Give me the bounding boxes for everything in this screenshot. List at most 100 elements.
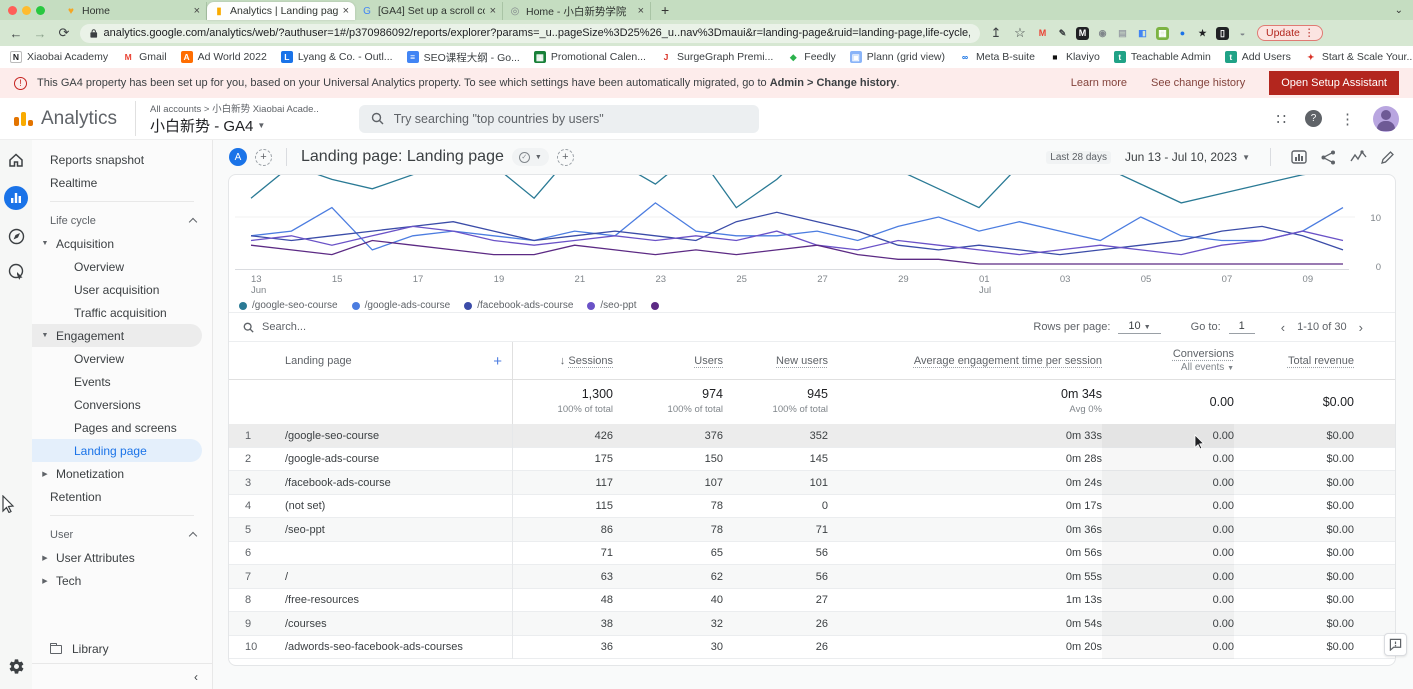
go-to-input[interactable]: 1 (1229, 320, 1255, 334)
sidebar-item-landing-page[interactable]: Landing page (32, 439, 202, 462)
extension-icon[interactable]: ✎ (1056, 27, 1069, 40)
variant-chip[interactable]: A (229, 148, 247, 166)
sidebar-item-overview[interactable]: Overview (32, 347, 212, 370)
new-tab-button[interactable]: + (661, 2, 669, 18)
sidebar-item-user-attributes[interactable]: ▶User Attributes (32, 546, 212, 569)
table-search-input[interactable]: Search... (262, 321, 306, 333)
table-row[interactable]: 67165560m 56s0.00$0.00 (229, 542, 1395, 566)
search-input[interactable]: Try searching "top countries by users" (359, 105, 759, 133)
legend-item[interactable]: /seo-ppt (587, 300, 636, 311)
bookmark-star-icon[interactable]: ☆ (1012, 25, 1028, 41)
property-selector[interactable]: 小白新势 - GA4▼ (150, 115, 319, 136)
bookmark-item[interactable]: ■Klaviyo (1049, 51, 1100, 63)
bookmark-item[interactable]: ✦Start & Scale Your... (1305, 51, 1413, 63)
explore-icon[interactable] (8, 228, 25, 245)
bookmark-item[interactable]: ▣Plann (grid view) (850, 51, 945, 63)
sidebar-item-traffic-acquisition[interactable]: Traffic acquisition (32, 301, 212, 324)
sidebar-item-events[interactable]: Events (32, 370, 212, 393)
sidebar-item-acquisition[interactable]: ▼Acquisition (32, 232, 212, 255)
extension-icon[interactable]: ● (1176, 27, 1189, 40)
date-range-picker[interactable]: Jun 13 - Jul 10, 2023▼ (1125, 150, 1250, 164)
browser-tab[interactable]: ◎Home - 小白新势学院× (503, 2, 651, 20)
breadcrumb[interactable]: All accounts > 小白新势 Xiaobai Acade.. (150, 101, 319, 115)
home-icon[interactable] (8, 152, 24, 168)
sidebar-item-reports-snapshot[interactable]: Reports snapshot (32, 148, 212, 171)
extension-icon[interactable]: ◒ (1236, 27, 1249, 40)
sidebar-item-realtime[interactable]: Realtime (32, 171, 212, 194)
user-avatar[interactable] (1373, 106, 1399, 132)
compare-report-icon[interactable] (1291, 149, 1307, 165)
sidebar-item-pages-and-screens[interactable]: Pages and screens (32, 416, 212, 439)
sidebar-item-retention[interactable]: Retention (32, 485, 212, 508)
extension-icon[interactable]: M (1036, 27, 1049, 40)
bookmark-item[interactable]: MGmail (122, 51, 166, 63)
add-dimension-icon[interactable]: + (493, 353, 502, 370)
legend-item[interactable] (651, 302, 659, 310)
conversions-event-select[interactable]: All events ▼ (1181, 362, 1234, 373)
tab-close-icon[interactable]: × (638, 5, 644, 17)
forward-icon[interactable]: → (32, 26, 48, 41)
bookmark-item[interactable]: NXiaobai Academy (10, 51, 108, 63)
learn-more-link[interactable]: Learn more (1071, 77, 1127, 89)
advertising-icon[interactable] (8, 263, 25, 280)
chevron-right-icon[interactable]: › (1355, 320, 1367, 335)
tab-close-icon[interactable]: × (343, 5, 349, 17)
extension-icon[interactable]: ◧ (1136, 27, 1149, 40)
extension-icon[interactable]: ▤ (1116, 27, 1129, 40)
table-row[interactable]: 3/facebook-ads-course1171071010m 24s0.00… (229, 471, 1395, 495)
extension-icon[interactable]: ▯ (1216, 27, 1229, 40)
chevron-left-icon[interactable]: ‹ (1277, 320, 1289, 335)
chevron-up-icon[interactable] (189, 532, 197, 540)
column-header-new-users[interactable]: New users (723, 355, 828, 367)
share-icon[interactable] (1321, 150, 1336, 165)
table-row[interactable]: 9/courses3832260m 54s0.00$0.00 (229, 612, 1395, 636)
maximize-window-icon[interactable] (36, 6, 45, 15)
extension-icon[interactable]: ◉ (1096, 27, 1109, 40)
chevron-down-icon[interactable]: ⌄ (1395, 5, 1403, 16)
sidebar-item-conversions[interactable]: Conversions (32, 393, 212, 416)
feedback-button[interactable] (1384, 633, 1407, 656)
bookmark-item[interactable]: ◆Feedly (787, 51, 836, 63)
extension-icon[interactable]: ▦ (1156, 27, 1169, 40)
extension-icon[interactable]: M (1076, 27, 1089, 40)
column-header-sessions[interactable]: ↓ Sessions (513, 355, 613, 367)
legend-item[interactable]: /google-ads-course (352, 300, 451, 311)
legend-item[interactable]: /google-seo-course (239, 300, 338, 311)
add-filter-button[interactable]: + (557, 149, 574, 166)
table-row[interactable]: 5/seo-ppt8678710m 36s0.00$0.00 (229, 518, 1395, 542)
minimize-window-icon[interactable] (22, 6, 31, 15)
reports-icon[interactable] (4, 186, 28, 210)
collapse-sidebar-button[interactable]: ‹ (32, 663, 212, 689)
table-row[interactable]: 4(not set)1157800m 17s0.00$0.00 (229, 495, 1395, 519)
address-bar[interactable]: analytics.google.com/analytics/web/?auth… (80, 24, 980, 43)
bookmark-item[interactable]: tTeachable Admin (1114, 51, 1211, 63)
extension-icon[interactable]: ★ (1196, 27, 1209, 40)
more-vert-icon[interactable]: ⋮ (1304, 27, 1315, 39)
chevron-up-icon[interactable] (189, 218, 197, 226)
rows-per-page-select[interactable]: 10 ▼ (1118, 320, 1160, 334)
help-icon[interactable]: ? (1305, 110, 1322, 127)
analytics-logo-icon[interactable] (14, 112, 33, 126)
column-header-conversions[interactable]: ConversionsAll events ▼ (1102, 348, 1234, 375)
admin-gear-icon[interactable] (8, 658, 25, 675)
chrome-update-button[interactable]: Update⋮ (1257, 25, 1323, 41)
browser-tab[interactable]: G[GA4] Set up a scroll conversi× (355, 2, 503, 20)
bookmark-item[interactable]: JSurgeGraph Premi... (660, 51, 773, 63)
add-comparison-button[interactable]: + (255, 149, 272, 166)
window-controls[interactable] (8, 6, 45, 15)
sidebar-item-engagement[interactable]: ▼Engagement (32, 324, 202, 347)
column-header-landing-page[interactable]: Landing page + (269, 342, 513, 380)
edit-pencil-icon[interactable] (1381, 150, 1395, 164)
report-status-pill[interactable]: ✓▼ (512, 148, 549, 166)
open-setup-assistant-button[interactable]: Open Setup Assistant (1269, 71, 1399, 95)
table-row[interactable]: 2/google-ads-course1751501450m 28s0.00$0… (229, 448, 1395, 472)
bookmark-item[interactable]: ≡SEO课程大纲 - Go... (407, 50, 520, 65)
bookmark-item[interactable]: ▦Promotional Calen... (534, 51, 646, 63)
table-row[interactable]: 1/google-seo-course4263763520m 33s0.00$0… (229, 424, 1395, 448)
more-vert-icon[interactable]: ⋮ (1340, 110, 1355, 128)
legend-item[interactable]: /facebook-ads-course (464, 300, 573, 311)
table-row[interactable]: 8/free-resources4840271m 13s0.00$0.00 (229, 589, 1395, 613)
refresh-icon[interactable]: ⟳ (56, 25, 72, 41)
sidebar-item-life-cycle[interactable]: Life cycle (32, 209, 212, 232)
sidebar-item-overview[interactable]: Overview (32, 255, 212, 278)
